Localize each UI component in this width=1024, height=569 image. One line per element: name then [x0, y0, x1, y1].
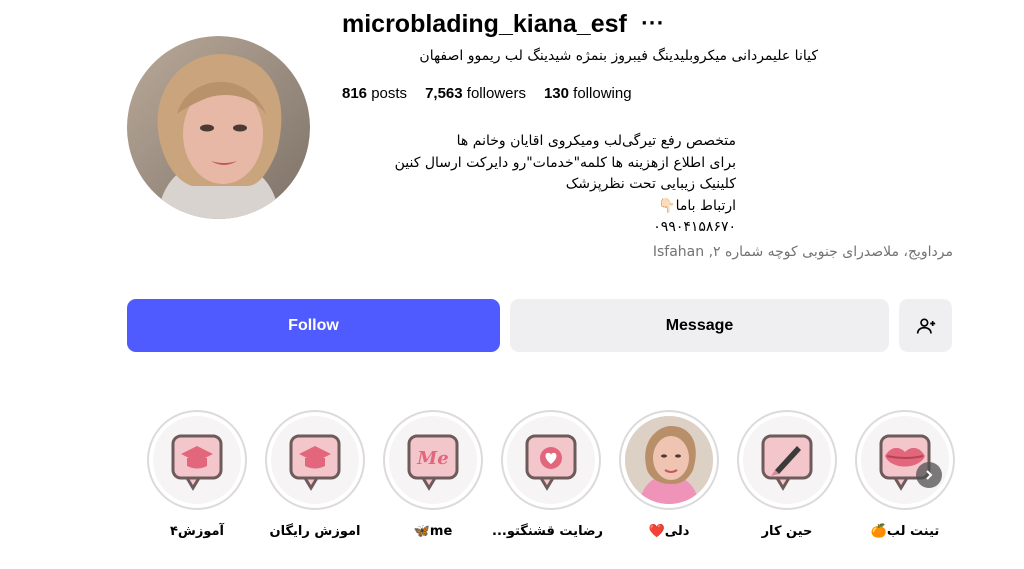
profile-username: microblading_kiana_esf: [342, 9, 627, 38]
profile-bio: متخصص رفع تیرگی‌لب ومیکروی اقایان وخانم …: [342, 131, 736, 239]
followers-stat[interactable]: 7,563 followers: [425, 85, 526, 102]
profile-avatar[interactable]: [127, 36, 310, 219]
highlight-item[interactable]: Me me🦋: [381, 410, 485, 539]
highlight-label: آموزش۴: [169, 524, 224, 539]
following-count: 130: [543, 85, 569, 102]
pen-icon: [761, 434, 813, 491]
following-label: following: [573, 85, 632, 102]
profile-stats: 816 posts 7,563 followers 130 following: [342, 85, 632, 102]
bio-line: متخصص رفع تیرگی‌لب ومیکروی اقایان وخانم …: [456, 133, 736, 149]
highlight-label: دلی❤️: [648, 524, 690, 539]
graduation-cap-icon: [289, 434, 341, 491]
story-highlights: آموزش۴ اموزش رایگان Me me🦋 رضایت قشنگتو.…: [145, 410, 965, 560]
highlight-label: حین کار: [761, 524, 813, 539]
followers-label: followers: [466, 85, 526, 102]
bio-line[interactable]: ۰۹۹۰۴۱۵۸۶۷۰: [342, 217, 736, 239]
heart-bubble-icon: [525, 434, 577, 491]
highlight-item[interactable]: آموزش۴: [145, 410, 249, 539]
photo-portrait: [625, 416, 713, 504]
bio-line: کلینیک زیبایی تحت نظرپزشک: [565, 176, 736, 192]
profile-location[interactable]: مرداویج، ملاصدرای جنوبی کوچه شماره ۲, Is…: [560, 244, 953, 260]
highlight-label: اموزش رایگان: [269, 524, 361, 539]
chevron-right-icon: [926, 470, 933, 480]
highlight-label: تینت لب🍊: [870, 524, 940, 539]
highlight-item[interactable]: دلی❤️: [617, 410, 721, 539]
highlight-label: me🦋: [413, 524, 453, 539]
followers-count: 7,563: [425, 85, 463, 102]
lips-icon: [879, 434, 931, 491]
person-plus-icon: [916, 318, 935, 334]
me-bubble-icon: Me: [407, 434, 459, 491]
highlight-item[interactable]: اموزش رایگان: [263, 410, 367, 539]
ellipsis-icon[interactable]: ···: [641, 15, 665, 33]
following-stat[interactable]: 130 following: [544, 85, 632, 102]
posts-stat: 816 posts: [342, 85, 407, 102]
highlight-item[interactable]: رضایت قشنگتو...: [492, 410, 603, 539]
svg-text:Me: Me: [416, 448, 448, 469]
message-button[interactable]: Message: [510, 299, 889, 352]
add-user-button[interactable]: [899, 299, 952, 352]
profile-full-name: کیانا علیمردانی میکروبلیدینگ فیبروز بنمژ…: [419, 48, 818, 64]
bio-line: ارتباط باما👇🏻: [658, 197, 736, 214]
highlights-next-button[interactable]: [916, 462, 942, 488]
posts-label: posts: [371, 85, 408, 102]
follow-button[interactable]: Follow: [127, 299, 500, 352]
highlight-item[interactable]: حین کار: [735, 410, 839, 539]
highlight-label: رضایت قشنگتو...: [492, 524, 603, 539]
bio-line: برای اطلاع ازهزینه ها کلمه"خدمات"رو دایر…: [394, 154, 736, 171]
avatar-image: [127, 36, 310, 219]
posts-count: 816: [342, 85, 368, 102]
graduation-cap-icon: [171, 434, 223, 491]
